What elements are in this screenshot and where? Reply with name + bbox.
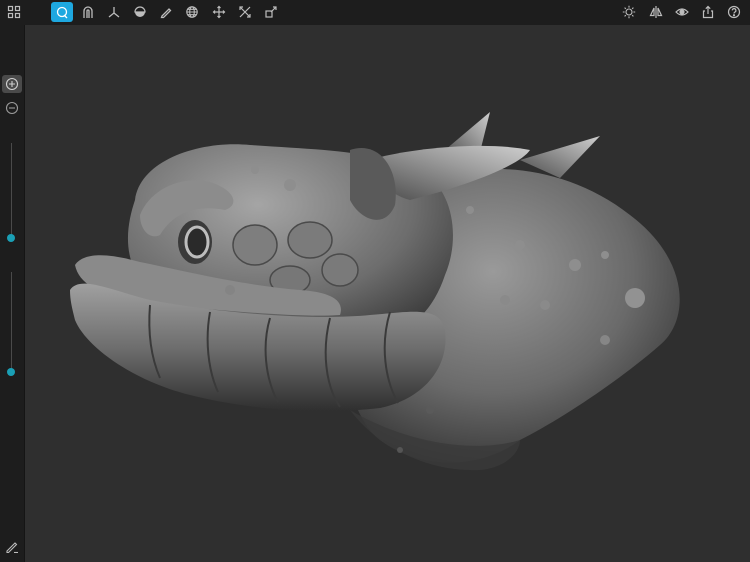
transform-icon[interactable] xyxy=(234,2,256,22)
sculpt-model[interactable] xyxy=(25,25,750,562)
scale-icon[interactable] xyxy=(260,2,282,22)
share-icon[interactable] xyxy=(697,2,719,22)
pencil-icon[interactable] xyxy=(155,2,177,22)
radius-slider-knob[interactable] xyxy=(7,234,15,242)
symmetry-icon[interactable] xyxy=(645,2,667,22)
intensity-slider-knob[interactable] xyxy=(7,368,15,376)
radius-slider-track[interactable] xyxy=(11,143,12,238)
grid-icon[interactable] xyxy=(3,2,25,22)
sculpt-brush-icon[interactable] xyxy=(51,2,73,22)
globe-icon[interactable] xyxy=(181,2,203,22)
zoom-out-icon[interactable] xyxy=(2,99,22,117)
left-sidebar xyxy=(0,25,25,562)
zoom-in-icon[interactable] xyxy=(2,75,22,93)
3d-viewport[interactable] xyxy=(25,25,750,562)
top-toolbar xyxy=(0,0,750,25)
sun-icon[interactable] xyxy=(618,2,640,22)
axis-icon[interactable] xyxy=(103,2,125,22)
help-icon[interactable] xyxy=(723,2,745,22)
move-icon[interactable] xyxy=(208,2,230,22)
eye-icon[interactable] xyxy=(671,2,693,22)
hemisphere-icon[interactable] xyxy=(129,2,151,22)
brush-settings-icon[interactable] xyxy=(2,537,22,555)
intensity-slider-track[interactable] xyxy=(11,272,12,372)
magnet-icon[interactable] xyxy=(77,2,99,22)
